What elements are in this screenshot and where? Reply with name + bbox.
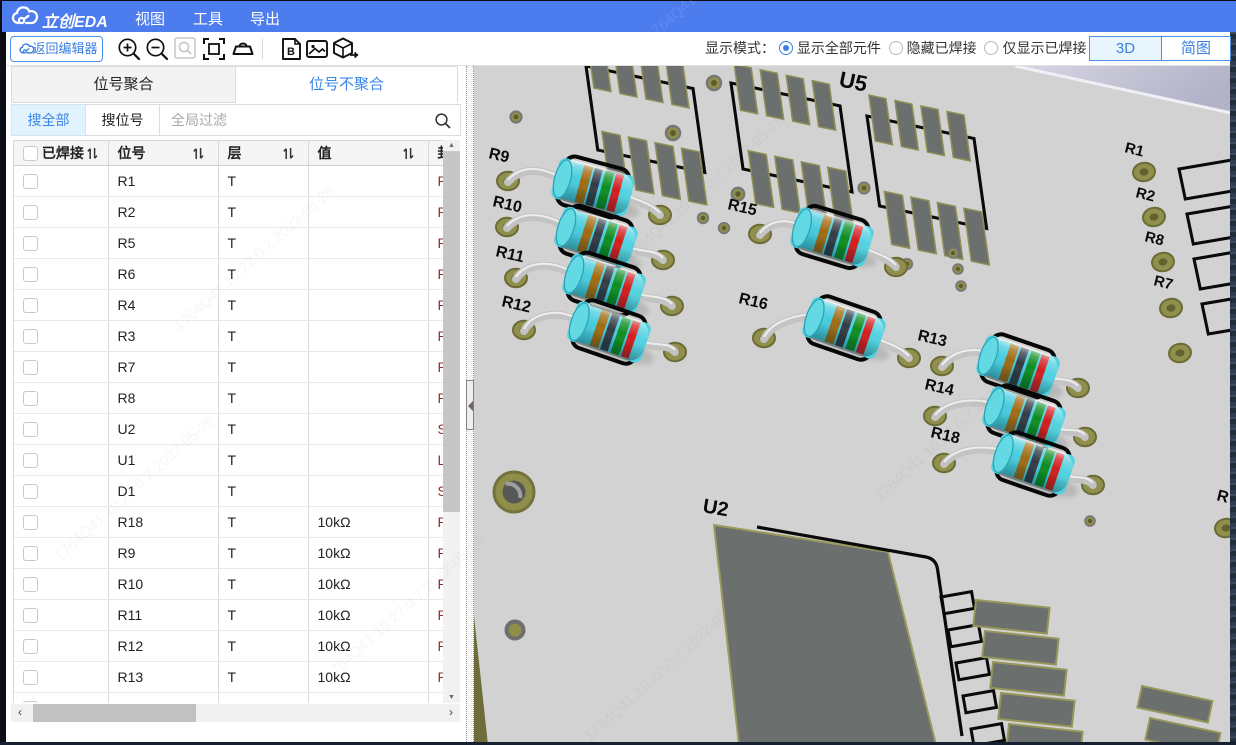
svg-text:B: B <box>287 46 295 58</box>
svg-text:U2: U2 <box>701 495 730 521</box>
